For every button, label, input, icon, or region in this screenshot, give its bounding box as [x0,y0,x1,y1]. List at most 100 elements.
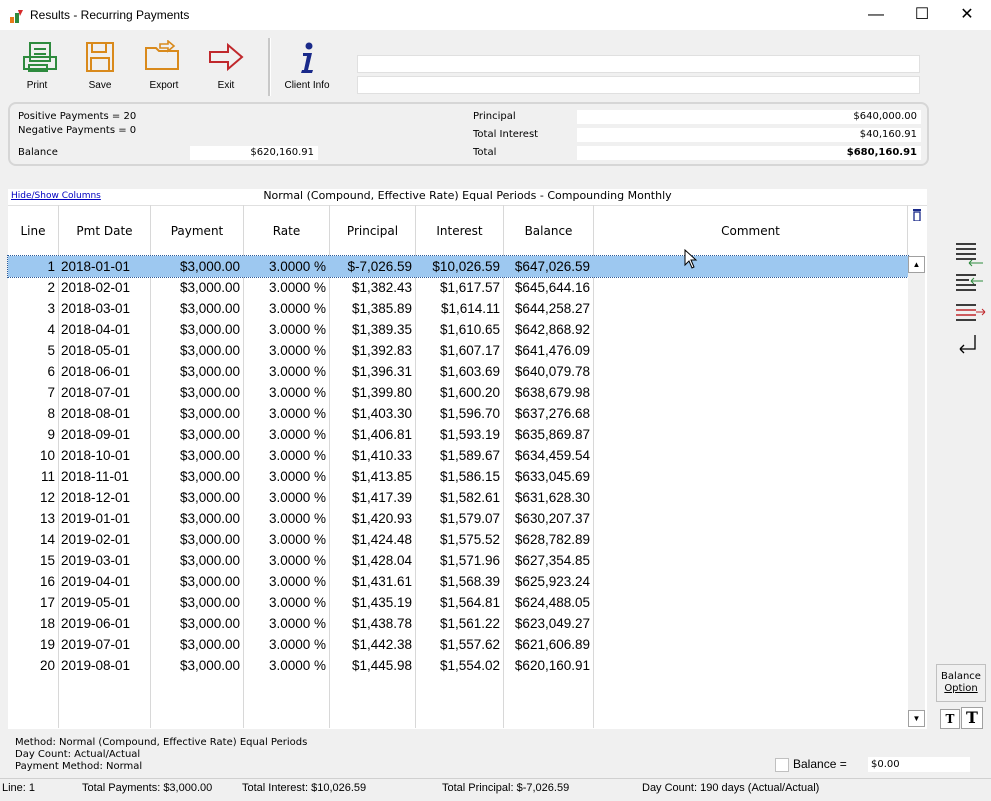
cell-pmt-date[interactable]: 2019-01-01 [59,508,150,529]
cell-payment[interactable]: $3,000.00 [151,340,243,361]
cell-comment[interactable] [594,382,908,403]
cell-rate[interactable]: 3.0000 % [244,529,329,550]
cell-rate[interactable]: 3.0000 % [244,613,329,634]
text-large-button[interactable]: T [961,707,983,729]
cell-interest[interactable]: $1,607.17 [416,340,503,361]
exit-button[interactable]: Exit [199,40,253,96]
cell-pmt-date[interactable]: 2018-03-01 [59,298,150,319]
cell-balance[interactable]: $633,045.69 [504,466,593,487]
cell-payment[interactable]: $3,000.00 [151,550,243,571]
client-info-field-1[interactable] [357,55,920,73]
cell-payment[interactable]: $3,000.00 [151,277,243,298]
minimize-button[interactable]: — [853,0,899,30]
col-header-interest[interactable]: Interest [416,205,504,255]
cell-line[interactable]: 16 [8,571,58,592]
scroll-down-button[interactable]: ▼ [908,710,925,727]
table-row[interactable]: 2 2018-02-01 $3,000.00 3.0000 % $1,382.43 $1,… [8,277,908,298]
text-small-button[interactable]: T [940,709,960,729]
table-row[interactable]: 17 2019-05-01 $3,000.00 3.0000 % $1,435.19 $1… [8,592,908,613]
table-row[interactable]: 20 2019-08-01 $3,000.00 3.0000 % $1,445.98 $1… [8,655,908,676]
cell-comment[interactable] [594,340,908,361]
cell-payment[interactable]: $3,000.00 [151,655,243,676]
cell-principal[interactable]: $1,431.61 [330,571,415,592]
col-header-comment[interactable]: Comment [594,205,908,255]
cell-principal[interactable]: $1,438.78 [330,613,415,634]
cell-line[interactable]: 12 [8,487,58,508]
cell-balance[interactable]: $624,488.05 [504,592,593,613]
cell-pmt-date[interactable]: 2019-04-01 [59,571,150,592]
cell-comment[interactable] [594,571,908,592]
cell-line[interactable]: 20 [8,655,58,676]
cell-pmt-date[interactable]: 2018-08-01 [59,403,150,424]
cell-balance[interactable]: $630,207.37 [504,508,593,529]
table-row[interactable]: 8 2018-08-01 $3,000.00 3.0000 % $1,403.30 $1,… [8,403,908,424]
cell-interest[interactable]: $1,614.11 [416,298,503,319]
cell-comment[interactable] [594,403,908,424]
cell-balance[interactable]: $627,354.85 [504,550,593,571]
cell-balance[interactable]: $621,606.89 [504,634,593,655]
cell-line[interactable]: 11 [8,466,58,487]
cell-rate[interactable]: 3.0000 % [244,319,329,340]
col-header-pmt-date[interactable]: Pmt Date [59,205,151,255]
table-row[interactable]: 15 2019-03-01 $3,000.00 3.0000 % $1,428.04 $1… [8,550,908,571]
cell-line[interactable]: 2 [8,277,58,298]
cell-interest[interactable]: $1,603.69 [416,361,503,382]
cell-principal[interactable]: $1,399.80 [330,382,415,403]
cell-interest[interactable]: $1,564.81 [416,592,503,613]
balance-checkbox[interactable] [775,758,789,772]
cell-rate[interactable]: 3.0000 % [244,634,329,655]
cell-comment[interactable] [594,445,908,466]
cell-balance[interactable]: $628,782.89 [504,529,593,550]
cell-rate[interactable]: 3.0000 % [244,361,329,382]
cell-interest[interactable]: $1,586.15 [416,466,503,487]
table-row[interactable]: 19 2019-07-01 $3,000.00 3.0000 % $1,442.38 $1… [8,634,908,655]
cell-line[interactable]: 6 [8,361,58,382]
cell-pmt-date[interactable]: 2018-10-01 [59,445,150,466]
return-icon[interactable] [955,333,985,355]
cell-principal[interactable]: $1,435.19 [330,592,415,613]
table-row[interactable]: 10 2018-10-01 $3,000.00 3.0000 % $1,410.33 $1… [8,445,908,466]
cell-rate[interactable]: 3.0000 % [244,466,329,487]
cell-pmt-date[interactable]: 2018-05-01 [59,340,150,361]
cell-line[interactable]: 1 [8,256,58,277]
cell-line[interactable]: 17 [8,592,58,613]
close-button[interactable]: ✕ [944,0,990,30]
col-header-balance[interactable]: Balance [504,205,594,255]
cell-pmt-date[interactable]: 2019-06-01 [59,613,150,634]
vertical-scrollbar[interactable]: ▲ ▼ [908,256,925,727]
cell-line[interactable]: 7 [8,382,58,403]
cell-payment[interactable]: $3,000.00 [151,403,243,424]
maximize-button[interactable]: ☐ [899,0,945,30]
cell-comment[interactable] [594,277,908,298]
table-row[interactable]: 7 2018-07-01 $3,000.00 3.0000 % $1,399.80 $1,… [8,382,908,403]
cell-balance[interactable]: $645,644.16 [504,277,593,298]
cell-pmt-date[interactable]: 2019-05-01 [59,592,150,613]
cell-comment[interactable] [594,613,908,634]
col-header-payment[interactable]: Payment [151,205,244,255]
cell-rate[interactable]: 3.0000 % [244,550,329,571]
cell-line[interactable]: 3 [8,298,58,319]
cell-line[interactable]: 14 [8,529,58,550]
cell-interest[interactable]: $1,579.07 [416,508,503,529]
cell-comment[interactable] [594,634,908,655]
cell-comment[interactable] [594,487,908,508]
cell-principal[interactable]: $1,417.39 [330,487,415,508]
cell-comment[interactable] [594,466,908,487]
col-header-rate[interactable]: Rate [244,205,330,255]
cell-comment[interactable] [594,424,908,445]
cell-pmt-date[interactable]: 2019-08-01 [59,655,150,676]
client-info-button[interactable]: Client Info [280,40,334,96]
cell-comment[interactable] [594,298,908,319]
cell-payment[interactable]: $3,000.00 [151,634,243,655]
cell-interest[interactable]: $1,596.70 [416,403,503,424]
cell-interest[interactable]: $10,026.59 [416,256,503,277]
cell-rate[interactable]: 3.0000 % [244,403,329,424]
cell-principal[interactable]: $1,424.48 [330,529,415,550]
cell-line[interactable]: 9 [8,424,58,445]
cell-balance[interactable]: $647,026.59 [504,256,593,277]
cell-balance[interactable]: $644,258.27 [504,298,593,319]
cell-principal[interactable]: $1,420.93 [330,508,415,529]
cell-interest[interactable]: $1,582.61 [416,487,503,508]
cell-interest[interactable]: $1,561.22 [416,613,503,634]
cell-balance[interactable]: $640,079.78 [504,361,593,382]
